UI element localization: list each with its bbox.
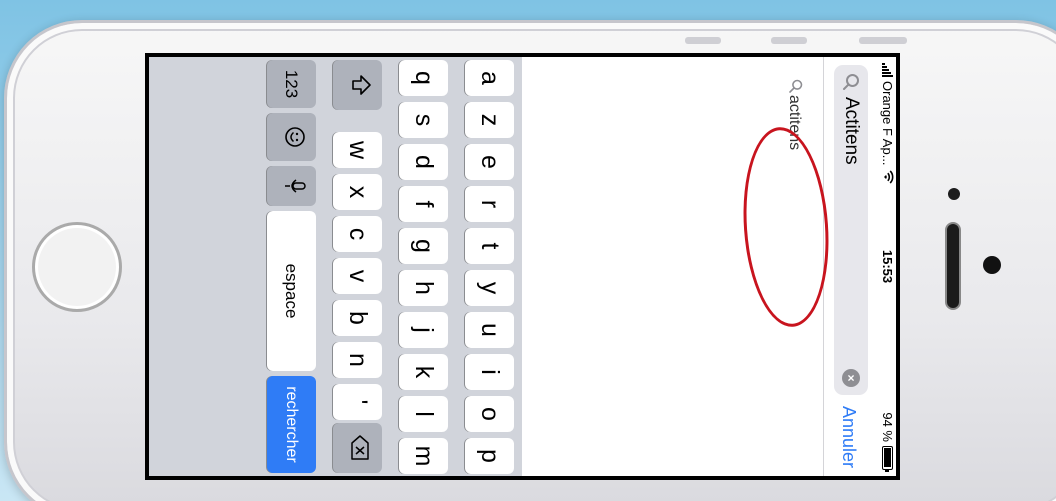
clear-icon[interactable]: × [842,369,860,387]
keyboard-row-4: 123 espace rechercher [256,57,316,476]
key-s[interactable]: s [399,102,448,138]
battery-icon [882,446,893,470]
search-key[interactable]: rechercher [267,376,316,473]
search-icon [789,79,803,93]
key-f[interactable]: f [399,186,448,222]
shift-key[interactable] [333,60,382,110]
key-p[interactable]: p [465,438,514,474]
key-u[interactable]: u [465,312,514,348]
mute-switch [859,37,907,44]
numbers-key[interactable]: 123 [267,60,316,108]
key-d[interactable]: d [399,144,448,180]
key-t[interactable]: t [465,228,514,264]
key-e[interactable]: e [465,144,514,180]
search-field[interactable]: × [834,65,868,395]
key-r[interactable]: r [465,186,514,222]
key-l[interactable]: l [399,396,448,432]
red-circle-annotation [737,124,835,330]
keyboard-row-3: w x c v b n ' [322,57,382,476]
key-a[interactable]: a [465,60,514,96]
key-h[interactable]: h [399,270,448,306]
volume-down-button [771,37,807,44]
key-w[interactable]: w [333,132,382,168]
key-apostrophe[interactable]: ' [333,384,382,420]
key-y[interactable]: y [465,270,514,306]
key-m[interactable]: m [399,438,448,474]
key-b[interactable]: b [333,300,382,336]
search-screen: Orange F Ap... 15:53 94 % Actitens × Ann… [149,57,896,476]
key-z[interactable]: z [465,102,514,138]
search-icon [842,73,860,91]
key-n[interactable]: n [333,342,382,378]
backspace-icon [343,435,372,461]
backspace-key[interactable] [333,423,382,473]
key-v[interactable]: v [333,258,382,294]
key-k[interactable]: k [399,354,448,390]
keyboard-row-1: a z e r t y u i o p [454,57,514,476]
shift-icon [342,73,373,97]
keyboard-row-2: q s d f g h j k l m [388,57,448,476]
keyboard: a z e r t y u i o p q s d f g h j k l m … [149,57,522,476]
proximity-sensor [948,188,960,200]
key-i[interactable]: i [465,354,514,390]
battery-percent: 94 % [880,412,895,442]
status-bar: Orange F Ap... 15:53 94 % [878,57,896,476]
key-o[interactable]: o [465,396,514,432]
home-button[interactable] [32,222,122,312]
cancel-button[interactable]: Annuler [838,406,859,468]
dictation-key[interactable] [267,166,316,206]
volume-up-button [685,37,721,44]
front-camera [983,256,1001,274]
emoji-key[interactable] [267,113,316,161]
space-key[interactable]: espace [267,211,316,371]
search-input[interactable] [840,97,862,369]
key-g[interactable]: g [399,228,448,264]
key-c[interactable]: c [333,216,382,252]
key-q[interactable]: q [399,60,448,96]
earpiece-speaker [945,222,961,310]
search-bar: × Annuler [824,57,876,476]
microphone-icon [276,178,307,194]
emoji-icon [277,126,306,148]
phone-screen: Orange F Ap... 15:53 94 % Actitens × Ann… [145,53,900,480]
key-j[interactable]: j [399,312,448,348]
key-x[interactable]: x [333,174,382,210]
